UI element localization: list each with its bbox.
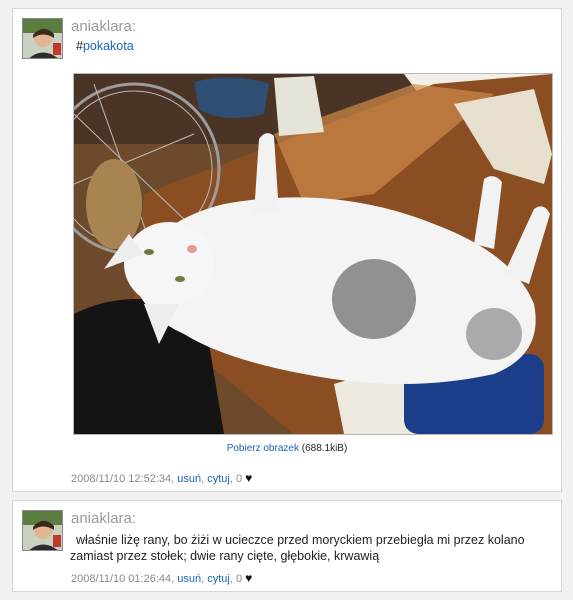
post-timestamp: 2008/11/10 12:52:34, [71, 473, 175, 485]
post-username[interactable]: aniaklara: [71, 18, 136, 35]
download-row: Pobierz obrazek (688.1kiB) [13, 443, 561, 454]
like-count: 0 [235, 473, 243, 485]
user-avatar[interactable] [22, 510, 63, 551]
post-meta: 2008/11/10 01:26:44, usuń, cytuj, 0 ♥ [71, 571, 253, 585]
post-username[interactable]: aniaklara: [71, 510, 136, 527]
download-size: (688.1kiB) [301, 443, 348, 454]
post-meta: 2008/11/10 12:52:34, usuń, cytuj, 0 ♥ [71, 471, 253, 485]
user-avatar[interactable] [22, 18, 63, 59]
quote-link[interactable]: cytuj [207, 573, 230, 585]
delete-link[interactable]: usuń [177, 573, 201, 585]
delete-link[interactable]: usuń [177, 473, 201, 485]
hashtag-link[interactable]: pokakota [83, 39, 134, 53]
heart-icon[interactable]: ♥ [245, 471, 252, 485]
heart-icon[interactable]: ♥ [245, 571, 252, 585]
post-text: właśnie liżę rany, bo żiżi w ucieczce pr… [70, 533, 525, 563]
quote-link[interactable]: cytuj [207, 473, 230, 485]
post-timestamp: 2008/11/10 01:26:44, [71, 573, 175, 585]
like-count: 0 [235, 573, 243, 585]
cat-photo [47, 74, 552, 434]
post-text: #pokakota [76, 38, 546, 54]
post-card: aniaklara: #pokakota Pobierz obrazek (68… [12, 8, 562, 492]
post-card: aniaklara: właśnie liżę rany, bo żiżi w … [12, 500, 562, 592]
hash-symbol: # [76, 39, 83, 53]
download-image-link[interactable]: Pobierz obrazek [227, 443, 299, 454]
post-image[interactable] [47, 73, 553, 435]
